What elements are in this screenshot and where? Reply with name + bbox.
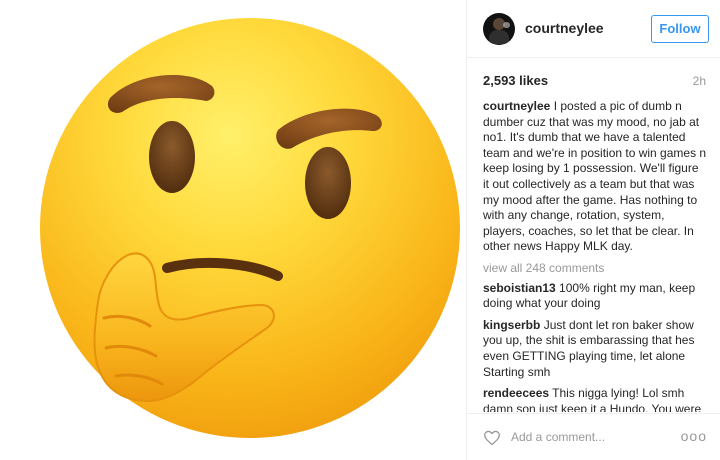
left-eye (149, 121, 195, 193)
comment-username[interactable]: rendeecees (483, 386, 549, 400)
comment-username[interactable]: seboistian13 (483, 281, 556, 295)
comments-list: courtneylee I posted a pic of dumb n dum… (483, 99, 707, 412)
more-options-icon[interactable]: ooo (681, 428, 707, 444)
add-comment-input[interactable]: Add a comment... (511, 430, 605, 444)
post-photo[interactable] (0, 0, 466, 460)
caption: courtneylee I posted a pic of dumb n dum… (483, 99, 707, 255)
follow-button[interactable]: Follow (651, 15, 709, 43)
comment-item: kingserbb Just dont let ron baker show y… (483, 318, 707, 380)
caption-username[interactable]: courtneylee (483, 99, 550, 113)
post-header: courtneylee Follow (467, 0, 720, 58)
post-timestamp[interactable]: 2h (693, 74, 706, 88)
view-all-comments-link[interactable]: view all 248 comments (483, 261, 707, 277)
right-eye (305, 147, 351, 219)
comment-username[interactable]: kingserbb (483, 318, 540, 332)
username-link[interactable]: courtneylee (525, 20, 604, 36)
likes-count[interactable]: 2,593 likes (483, 73, 548, 88)
caption-text: I posted a pic of dumb n dumber cuz that… (483, 99, 707, 254)
comment-item: rendeecees This nigga lying! Lol smh dam… (483, 386, 707, 412)
thinking-face-emoji (40, 18, 460, 438)
avatar[interactable] (483, 13, 515, 45)
heart-icon[interactable] (483, 430, 501, 446)
post-side-panel: courtneylee Follow 2,593 likes 2h courtn… (466, 0, 720, 460)
post-footer: Add a comment... ooo (467, 413, 720, 460)
comment-item: seboistian13 100% right my man, keep doi… (483, 281, 707, 312)
